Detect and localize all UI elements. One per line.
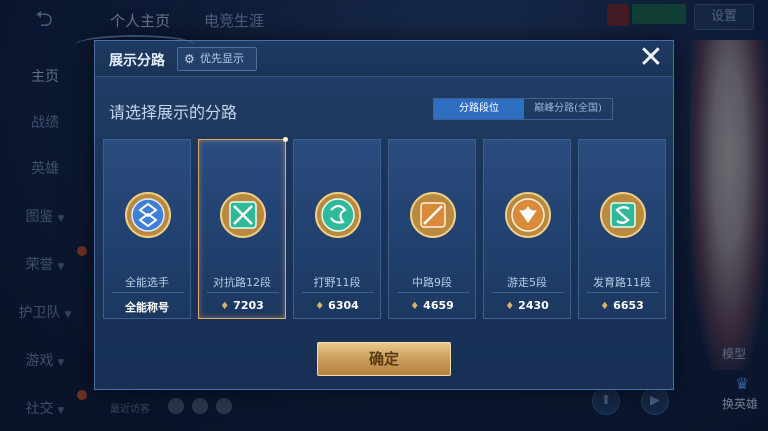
dialog-header: 展示分路 ⚙ 优先显示 ✕ [75, 35, 673, 77]
rank-points-icon: ♦ [410, 301, 420, 312]
mid-lane-emblem-icon [410, 192, 456, 238]
tab-peak-lane-national[interactable]: 巅峰分路(全国) [524, 99, 612, 119]
close-icon[interactable]: ✕ [635, 43, 667, 75]
lane-card-mid[interactable]: 中路9段 ♦ 4659 [388, 139, 476, 319]
lane-score: ♦ 6304 [294, 299, 380, 312]
divider [587, 292, 659, 293]
lane-name: 中路9段 [412, 276, 452, 289]
dialog-title: 展示分路 [109, 53, 165, 69]
jungle-emblem-icon [315, 192, 361, 238]
divider [302, 292, 374, 293]
clash-lane-emblem-icon [220, 192, 266, 238]
lane-score: ♦ 4659 [389, 299, 475, 312]
rank-points-icon: ♦ [505, 301, 515, 312]
tab-lane-rank[interactable]: 分路段位 [434, 99, 524, 119]
score-value: 4659 [423, 299, 454, 312]
lane-name: 发育路11段 [593, 276, 651, 289]
all-round-emblem-icon [125, 192, 171, 238]
divider [397, 292, 469, 293]
divider [112, 292, 184, 293]
lane-name: 打野11段 [313, 276, 361, 289]
lane-card-clash[interactable]: 对抗路12段 ♦ 7203 [198, 137, 288, 319]
score-value: 6304 [328, 299, 359, 312]
lane-score: ♦ 6653 [579, 299, 665, 312]
divider [492, 292, 564, 293]
lane-name: 游走5段 [507, 276, 547, 289]
lane-card-farm[interactable]: 发育路11段 ♦ 6653 [578, 139, 666, 319]
lane-card-roam[interactable]: 游走5段 ♦ 2430 [483, 139, 571, 319]
roam-emblem-icon [505, 192, 551, 238]
lane-name: 对抗路12段 [213, 276, 271, 289]
dialog-subtitle: 请选择展示的分路 [109, 103, 238, 122]
lane-card-all-round[interactable]: 全能选手 全能称号 [103, 139, 191, 319]
farm-lane-emblem-icon [600, 192, 646, 238]
lane-score: 全能称号 [125, 301, 169, 314]
score-value: 6653 [613, 299, 644, 312]
display-lane-dialog: 展示分路 ⚙ 优先显示 ✕ 请选择展示的分路 分路段位 巅峰分路(全国) 全能选… [75, 35, 674, 390]
divider [207, 292, 279, 293]
rank-points-icon: ♦ [220, 301, 230, 312]
score-value: 7203 [233, 299, 264, 312]
rank-points-icon: ♦ [600, 301, 610, 312]
confirm-button[interactable]: 确定 [317, 342, 451, 376]
lane-score: ♦ 7203 [199, 299, 285, 312]
priority-display-label: 优先显示 [200, 52, 244, 65]
lane-card-jungle[interactable]: 打野11段 ♦ 6304 [293, 139, 381, 319]
gear-icon: ⚙ [184, 52, 195, 66]
lane-name: 全能选手 [125, 276, 169, 289]
score-value: 2430 [518, 299, 549, 312]
lane-score: ♦ 2430 [484, 299, 570, 312]
ranking-type-toggle: 分路段位 巅峰分路(全国) [433, 98, 613, 120]
rank-points-icon: ♦ [315, 301, 325, 312]
priority-display-button[interactable]: ⚙ 优先显示 [177, 47, 257, 71]
